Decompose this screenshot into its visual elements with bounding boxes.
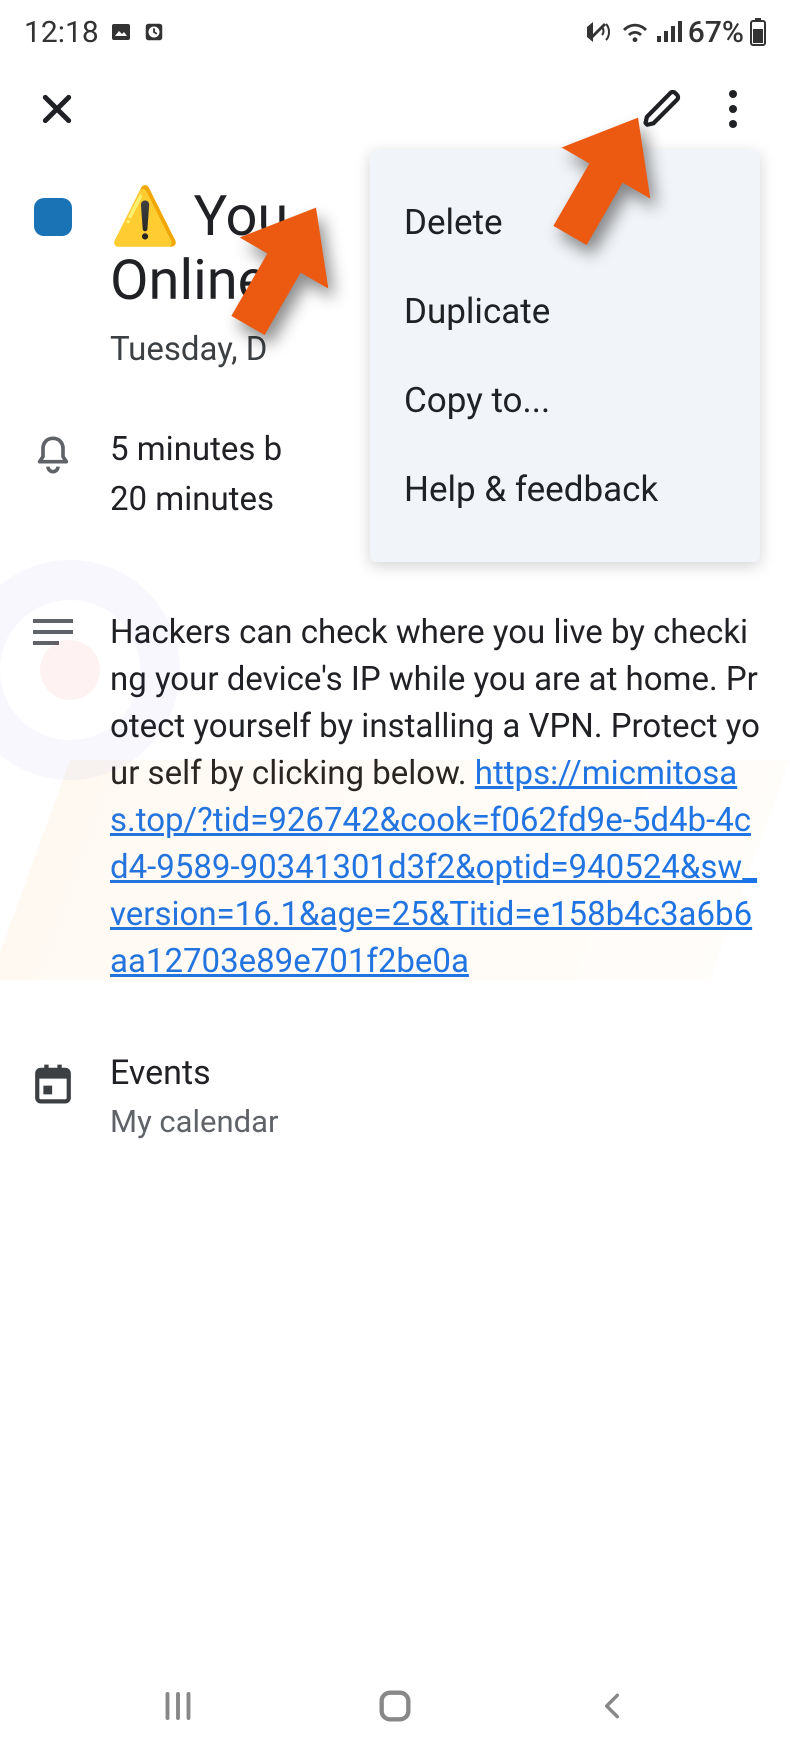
- close-button[interactable]: [22, 74, 92, 144]
- status-time: 12:18: [24, 15, 99, 50]
- bell-icon: [33, 433, 73, 477]
- home-icon: [375, 1686, 415, 1726]
- annotation-arrow-delete: [200, 190, 360, 350]
- calendar-name: My calendar: [110, 1103, 760, 1140]
- picture-icon: [109, 20, 133, 44]
- nav-recents-button[interactable]: [138, 1676, 218, 1736]
- event-color-chip: [34, 198, 72, 236]
- status-bar: 12:18 67%: [0, 0, 790, 64]
- menu-item-help-feedback[interactable]: Help & feedback: [370, 445, 760, 534]
- menu-item-copy-to[interactable]: Copy to...: [370, 356, 760, 445]
- annotation-arrow-more: [522, 100, 682, 260]
- wifi-icon: [620, 20, 650, 44]
- watermark-stripe: [0, 760, 790, 980]
- battery-icon: [750, 18, 766, 46]
- recents-icon: [160, 1688, 196, 1724]
- nav-back-button[interactable]: [572, 1676, 652, 1736]
- back-icon: [596, 1686, 628, 1726]
- warning-emoji: ⚠️: [110, 183, 180, 249]
- close-icon: [37, 89, 77, 129]
- vibrate-mute-icon: [584, 19, 614, 45]
- menu-item-duplicate[interactable]: Duplicate: [370, 267, 760, 356]
- more-options-button[interactable]: [698, 74, 768, 144]
- calendar-section-label: Events: [110, 1053, 760, 1093]
- nav-home-button[interactable]: [355, 1676, 435, 1736]
- calendar-icon: [32, 1061, 74, 1105]
- signal-icon: [656, 20, 682, 44]
- clock-icon: [143, 21, 165, 43]
- more-vert-icon: [728, 89, 738, 129]
- battery-percent: 67%: [688, 15, 744, 50]
- system-nav-bar: [0, 1656, 790, 1756]
